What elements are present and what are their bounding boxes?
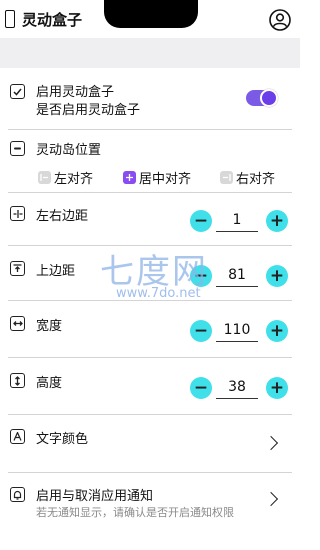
position-row: 灵动岛位置 左对齐 居中对齐 右对齐 <box>0 138 300 190</box>
notify-hint: 若无通知显示，请确认是否开启通知权限 <box>36 506 234 519</box>
divider <box>8 472 292 473</box>
dynamic-island-preview <box>104 0 198 28</box>
height-stepper: − 38 + <box>190 377 288 399</box>
enable-label: 启用灵动盒子 <box>36 85 115 100</box>
align-left-icon <box>38 171 51 184</box>
divider <box>8 129 292 130</box>
text-color-icon <box>10 429 25 444</box>
width-stepper: − 110 + <box>190 320 288 342</box>
app-header: 灵动盒子 <box>0 0 300 38</box>
island-position-icon <box>10 141 25 156</box>
align-right-label: 右对齐 <box>236 172 276 187</box>
margin-lr-row: 左右边距 − 1 + <box>0 200 300 240</box>
top-margin-icon <box>10 261 25 276</box>
section-spacer <box>0 38 300 68</box>
bell-icon <box>10 487 25 502</box>
divider <box>8 414 292 415</box>
height-icon <box>10 373 25 388</box>
align-center-label: 居中对齐 <box>139 172 192 187</box>
align-left-option[interactable]: 左对齐 <box>38 168 93 187</box>
height-row: 高度 − 38 + <box>0 367 300 407</box>
divider <box>8 192 292 193</box>
horizontal-margin-icon <box>10 206 25 221</box>
divider <box>8 357 292 358</box>
increment-button[interactable]: + <box>266 377 288 399</box>
align-center-icon <box>123 171 136 184</box>
decrement-button[interactable]: − <box>190 377 212 399</box>
align-right-option[interactable]: 右对齐 <box>220 168 275 187</box>
decrement-button[interactable]: − <box>190 320 212 342</box>
height-value[interactable]: 38 <box>216 379 258 399</box>
notify-row[interactable]: 启用与取消应用通知 若无通知显示，请确认是否开启通知权限 <box>0 482 300 526</box>
increment-button[interactable]: + <box>266 265 288 287</box>
phone-icon <box>5 10 15 28</box>
increment-button[interactable]: + <box>266 320 288 342</box>
align-center-option[interactable]: 居中对齐 <box>123 168 191 187</box>
toggle-knob <box>260 89 278 107</box>
decrement-button[interactable]: − <box>190 210 212 232</box>
position-label: 灵动岛位置 <box>36 143 102 158</box>
watermark-url: www.7do.net <box>116 286 201 301</box>
notify-label: 启用与取消应用通知 <box>36 489 154 504</box>
enable-description: 是否启用灵动盒子 <box>36 103 141 118</box>
width-row: 宽度 − 110 + <box>0 310 300 350</box>
align-right-icon <box>220 171 233 184</box>
chevron-right-icon <box>263 435 279 451</box>
enable-toggle[interactable] <box>246 89 278 107</box>
increment-button[interactable]: + <box>266 210 288 232</box>
width-icon <box>10 316 25 331</box>
account-icon[interactable] <box>269 9 291 31</box>
text-color-label: 文字颜色 <box>36 432 89 447</box>
margin-lr-value[interactable]: 1 <box>216 212 258 232</box>
checkbox-icon <box>10 84 25 99</box>
height-label: 高度 <box>36 376 63 391</box>
margin-lr-stepper: − 1 + <box>190 210 288 232</box>
width-label: 宽度 <box>36 319 63 334</box>
enable-row: 启用灵动盒子 是否启用灵动盒子 <box>0 78 300 126</box>
text-color-row[interactable]: 文字颜色 <box>0 424 300 464</box>
margin-top-label: 上边距 <box>36 264 76 279</box>
width-value[interactable]: 110 <box>216 322 258 342</box>
chevron-right-icon <box>263 491 279 507</box>
align-left-label: 左对齐 <box>54 172 94 187</box>
margin-top-value[interactable]: 81 <box>216 267 258 287</box>
app-title: 灵动盒子 <box>22 11 83 29</box>
margin-lr-label: 左右边距 <box>36 209 89 224</box>
